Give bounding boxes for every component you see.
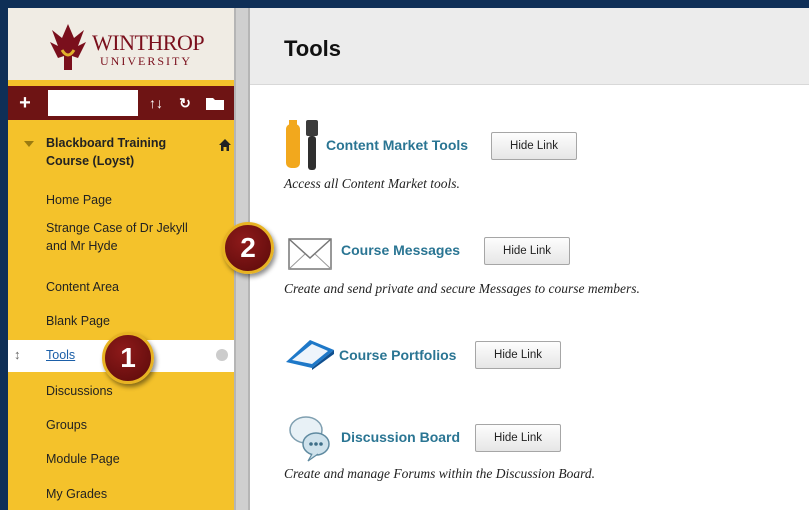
plus-icon[interactable]: + [14, 92, 36, 114]
sidebar-item-jekyll-hyde[interactable]: Strange Case of Dr Jekyll and Mr Hyde [46, 219, 211, 255]
callout-badge-1: 1 [102, 332, 154, 384]
university-logo[interactable]: WINTHROP UNIVERSITY [8, 8, 234, 80]
sidebar-item-content-area[interactable]: Content Area [46, 278, 119, 296]
sidebar-item-home-page[interactable]: Home Page [46, 191, 112, 209]
wrench-screwdriver-icon [286, 120, 318, 170]
logo-name: WINTHROP [92, 30, 205, 55]
sidebar-item-groups[interactable]: Groups [46, 416, 87, 434]
sidebar-item-label[interactable]: Tools [46, 348, 75, 362]
hide-link-button[interactable]: Hide Link [475, 424, 561, 452]
eagle-logo-icon [50, 24, 86, 70]
page-title: Tools [284, 36, 342, 61]
course-title[interactable]: Blackboard Training Course (Loyst) [46, 134, 196, 170]
tools-page: Tools Content Market Tools Hide Link Acc… [250, 8, 809, 510]
tool-description: Create and send private and secure Messa… [284, 281, 640, 296]
sidebar-item-module-page[interactable]: Module Page [46, 450, 120, 468]
sidebar-item-blank-page[interactable]: Blank Page [46, 312, 110, 330]
collapse-arrow-icon[interactable] [24, 141, 34, 147]
tool-description: Access all Content Market tools. [284, 176, 460, 191]
course-menu-sidebar: WINTHROP UNIVERSITY + ↑↓ ↻ Blackboard Tr… [8, 8, 234, 510]
sort-icon[interactable]: ↑↓ [144, 92, 168, 114]
speech-bubbles-icon[interactable] [288, 414, 332, 462]
page-header: Tools [250, 8, 809, 85]
sidebar-item-my-grades[interactable]: My Grades [46, 485, 107, 503]
envelope-icon[interactable] [288, 236, 332, 272]
hide-link-button[interactable]: Hide Link [491, 132, 577, 160]
sidebar-item-discussions[interactable]: Discussions [46, 382, 113, 400]
portfolio-icon[interactable] [284, 334, 336, 370]
hide-link-button[interactable]: Hide Link [475, 341, 561, 369]
refresh-icon[interactable]: ↻ [174, 92, 196, 114]
callout-badge-2: 2 [222, 222, 274, 274]
hide-link-button[interactable]: Hide Link [484, 237, 570, 265]
drag-handle-icon[interactable]: ↕ [14, 347, 21, 362]
course-menu-search-field[interactable] [48, 90, 138, 116]
logo-subtitle: UNIVERSITY [100, 54, 192, 68]
tool-link-course-portfolios[interactable]: Course Portfolios [339, 347, 456, 363]
tool-link-discussion-board[interactable]: Discussion Board [341, 429, 460, 445]
tool-link-course-messages[interactable]: Course Messages [341, 242, 460, 258]
folder-icon[interactable] [202, 92, 228, 114]
course-menu-toolbar: + ↑↓ ↻ [8, 86, 234, 120]
tool-description: Create and manage Forums within the Disc… [284, 466, 595, 481]
home-icon[interactable] [218, 138, 232, 152]
tool-link-content-market[interactable]: Content Market Tools [326, 137, 468, 153]
options-circle-icon[interactable] [216, 349, 228, 361]
